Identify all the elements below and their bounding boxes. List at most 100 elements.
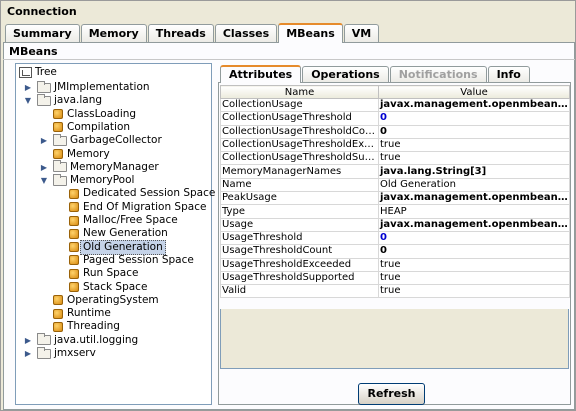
tree-root[interactable]: Tree (19, 66, 57, 79)
collapse-toggle-icon[interactable]: ▼ (23, 96, 33, 105)
mbean-detail-pane: Attributes Operations Notifications Info… (218, 63, 571, 405)
attribute-name-cell: CollectionUsageThresholdSupp... (220, 151, 379, 166)
attribute-value-cell[interactable]: javax.management.openmbean.Co... (378, 191, 570, 206)
attribute-value-cell[interactable]: true (378, 137, 570, 153)
mbean-icon (53, 149, 63, 159)
attribute-name-cell: CollectionUsageThresholdCount (220, 124, 379, 139)
tab-memory[interactable]: Memory (80, 24, 147, 42)
tree-node[interactable]: Memory (53, 148, 110, 161)
folder-icon (37, 93, 51, 106)
mbean-icon (69, 282, 79, 292)
attribute-name-cell: MemoryManagerNames (220, 164, 379, 179)
mbean-icon (53, 321, 63, 332)
attribute-value-cell[interactable]: 0 (378, 124, 570, 139)
table-row[interactable]: CollectionUsageThresholdSupp... true (220, 151, 570, 166)
attribute-value-cell[interactable]: javax.management.openmbean.Co... (378, 217, 570, 232)
tree-node[interactable]: New Generation (69, 227, 168, 240)
table-row[interactable]: UsageThresholdSupported true (220, 270, 570, 286)
tree-node[interactable]: ▶ GarbageCollector (41, 133, 162, 147)
table-row[interactable]: Name Old Generation (220, 177, 570, 193)
attribute-value-cell[interactable]: 0 (378, 244, 570, 259)
tree-node[interactable]: Threading (53, 320, 120, 333)
mbean-icon (53, 122, 63, 133)
attribute-value-cell[interactable]: true (378, 257, 570, 272)
tree-node-label: Threading (67, 320, 120, 333)
tree-node[interactable]: Runtime (53, 307, 111, 320)
table-row[interactable]: PeakUsage javax.management.openmbean.Co..… (220, 191, 570, 206)
table-row[interactable]: CollectionUsage javax.management.openmbea… (220, 97, 570, 113)
attribute-value-cell[interactable]: true (378, 151, 570, 166)
column-header-value[interactable]: Value (378, 85, 570, 99)
expand-toggle-icon[interactable]: ▶ (23, 336, 33, 345)
tree-node[interactable]: Paged Session Space (69, 254, 194, 267)
tree-node[interactable]: Compilation (53, 121, 130, 134)
table-row[interactable]: Usage javax.management.openmbean.Co... (220, 217, 570, 232)
attribute-name-cell: UsageThreshold (220, 230, 379, 246)
tree-node[interactable]: ClassLoading (53, 108, 136, 121)
tree-node[interactable]: ▶ MemoryManager (41, 160, 159, 174)
attribute-value-cell[interactable]: true (378, 284, 570, 299)
expand-toggle-icon[interactable]: ▶ (39, 136, 49, 145)
tab-info[interactable]: Info (487, 66, 530, 82)
tree-node-label: GarbageCollector (70, 134, 162, 147)
attributes-panel: Name Value CollectionUsage javax.manageme… (218, 82, 571, 405)
refresh-button[interactable]: Refresh (358, 383, 425, 405)
tree-node[interactable]: Malloc/Free Space (69, 214, 178, 227)
attribute-name-cell: Name (220, 177, 379, 193)
tree-node[interactable]: ▶ java.util.logging (25, 333, 138, 347)
table-row[interactable]: Type HEAP (220, 204, 570, 219)
expand-toggle-icon[interactable]: ▶ (39, 163, 49, 172)
table-row[interactable]: UsageThresholdCount 0 (220, 244, 570, 259)
attribute-value-cell[interactable]: 0 (378, 111, 570, 126)
tree-node[interactable]: Dedicated Session Space (69, 187, 215, 200)
tree-node-label: Compilation (67, 120, 131, 133)
tree-node[interactable]: Run Space (69, 267, 138, 280)
column-header-name[interactable]: Name (220, 85, 379, 99)
tree-node[interactable]: ▶ JMImplementation (25, 80, 150, 94)
attribute-value-cell[interactable]: true (378, 270, 570, 286)
tree-node[interactable]: ▼ MemoryPool (41, 173, 134, 187)
mbean-icon (53, 308, 63, 319)
tree-node-label: JMImplementation (54, 81, 150, 93)
tree-node[interactable]: Stack Space (69, 281, 147, 294)
jconsole-window: Connection Summary Memory Threads Classe… (0, 0, 576, 411)
table-row[interactable]: UsageThreshold 0 (220, 230, 570, 246)
tab-operations[interactable]: Operations (302, 66, 389, 82)
table-row[interactable]: MemoryManagerNames java.lang.String[3] (220, 164, 570, 179)
mbean-tree[interactable]: Tree ▶ JMImplementation ▼ java.lang ClassLoa… (15, 63, 215, 405)
tree-node[interactable]: ▼ java.lang (25, 93, 102, 107)
tab-mbeans[interactable]: MBeans (278, 23, 343, 43)
collapse-toggle-icon[interactable]: ▼ (39, 176, 49, 185)
attribute-value-cell[interactable]: HEAP (378, 204, 570, 219)
tab-attributes[interactable]: Attributes (220, 65, 302, 83)
table-row[interactable]: CollectionUsageThresholdCount 0 (220, 124, 570, 139)
attribute-value-cell[interactable]: 0 (378, 230, 570, 246)
table-row[interactable]: UsageThresholdExceeded true (220, 257, 570, 272)
mbean-icon (69, 188, 79, 199)
table-row[interactable]: Valid true (220, 284, 570, 299)
tree-node[interactable]: End Of Migration Space (69, 201, 206, 214)
tree-node-label: OperatingSystem (67, 293, 159, 306)
tab-summary[interactable]: Summary (5, 24, 80, 42)
attribute-value-cell[interactable]: Old Generation (378, 177, 570, 193)
attributes-table: Name Value CollectionUsage javax.manageme… (220, 85, 570, 299)
table-row[interactable]: CollectionUsageThreshold 0 (220, 111, 570, 126)
attribute-name-cell: CollectionUsage (220, 97, 379, 113)
expand-toggle-icon[interactable]: ▶ (23, 83, 33, 92)
table-row[interactable]: CollectionUsageThresholdExce... true (220, 137, 570, 153)
tree-node-label: Dedicated Session Space (83, 187, 216, 200)
tab-notifications: Notifications (389, 66, 487, 82)
tree-node[interactable]: OperatingSystem (53, 294, 159, 307)
attribute-value-cell[interactable]: java.lang.String[3] (378, 164, 570, 179)
tab-threads[interactable]: Threads (147, 24, 214, 42)
tree-node-label: New Generation (83, 227, 168, 240)
tree-node[interactable]: Old Generation (69, 239, 166, 255)
mbean-icon (69, 242, 79, 253)
expand-toggle-icon[interactable]: ▶ (23, 349, 33, 358)
attribute-value-cell[interactable]: javax.management.openmbean.Co... (378, 97, 570, 113)
tab-vm[interactable]: VM (343, 24, 380, 42)
tree-node[interactable]: ▶ jmxserv (25, 346, 96, 360)
tree-node-label: Memory (67, 147, 110, 160)
attribute-name-cell: Valid (220, 284, 379, 299)
tab-classes[interactable]: Classes (214, 24, 278, 42)
